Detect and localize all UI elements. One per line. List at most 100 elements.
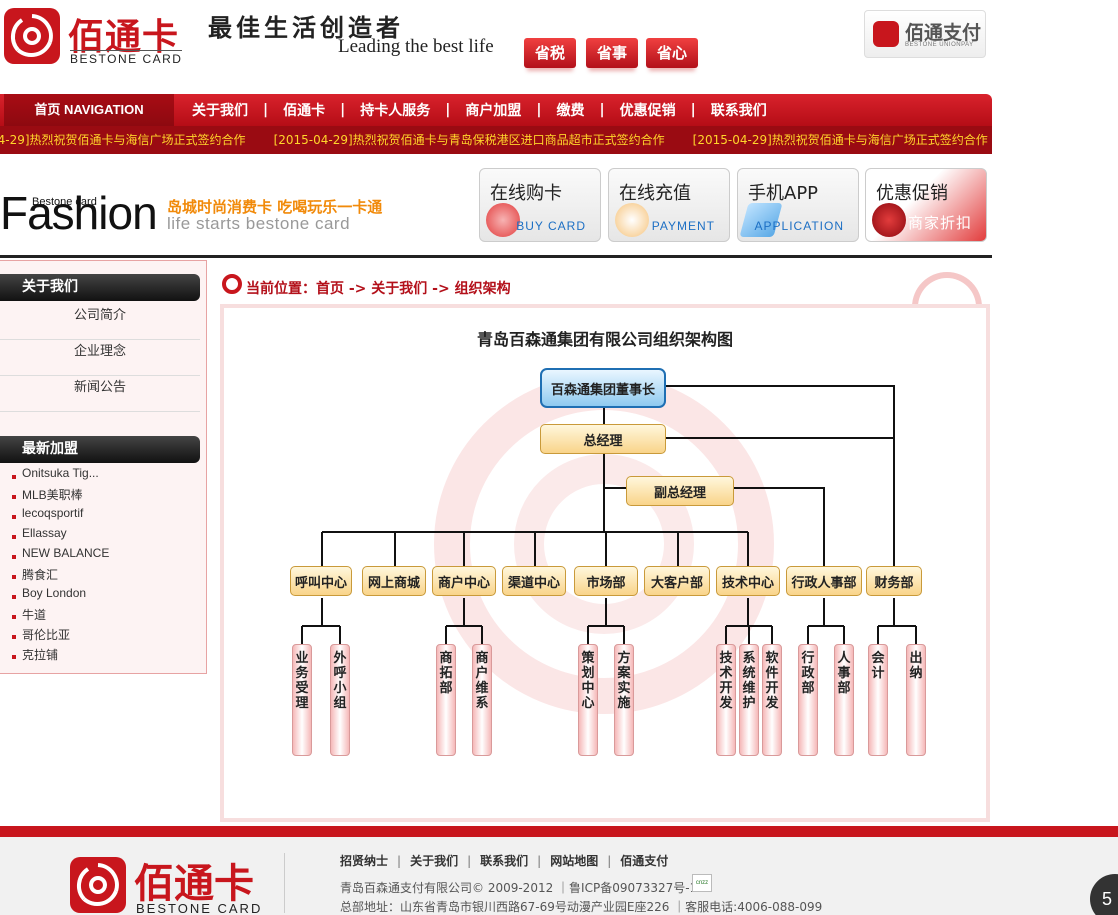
org-dept-online-mall: 网上商城 — [362, 566, 426, 596]
tulip-icon — [486, 203, 520, 237]
footer-link-careers[interactable]: 招贤纳士 — [340, 852, 388, 869]
list-item[interactable]: Boy London — [10, 586, 200, 606]
nav-home[interactable]: 首页 NAVIGATION — [4, 94, 174, 126]
ticker-news-item[interactable]: 04-29]热烈祝贺佰通卡与海信广场正式签约合作 — [0, 126, 246, 154]
promo-subtitle: PAYMENT — [651, 219, 715, 233]
org-dept-key-accounts: 大客户部 — [644, 566, 710, 596]
footer-links: 招贤纳士 | 关于我们 | 联系我们 | 网站地图 | 佰通支付 — [340, 852, 668, 869]
org-dept-merchant-center: 商户中心 — [432, 566, 496, 596]
promo-title: 在线购卡 — [490, 183, 562, 204]
org-general-manager: 总经理 — [540, 424, 666, 454]
nav-item-about[interactable]: 关于我们 — [180, 100, 260, 120]
list-item[interactable]: 牛道 — [10, 606, 200, 626]
nav-separator: | — [536, 102, 542, 118]
list-item[interactable]: 克拉铺 — [10, 646, 200, 666]
org-sub-outbound: 外呼小组 — [330, 644, 350, 756]
promo-discounts[interactable]: 优惠促销 商家折扣 — [865, 168, 987, 242]
list-item[interactable]: MLB美职棒 — [10, 486, 200, 506]
nav-separator: | — [340, 102, 346, 118]
nav-item-card[interactable]: 佰通卡 — [271, 100, 337, 120]
list-item[interactable]: 哥伦比亚 — [10, 626, 200, 646]
footer-separator: | — [537, 853, 542, 868]
promo-subtitle: 商家折扣 — [907, 215, 972, 232]
footer: 佰通卡 BESTONE CARD 招贤纳士 | 关于我们 | 联系我们 | 网站地图 |… — [0, 837, 1118, 915]
footer-divider — [0, 826, 1118, 837]
swirl-decoration-icon — [912, 272, 982, 308]
org-sub-business: 业务受理 — [292, 644, 312, 756]
nav-separator: | — [445, 102, 451, 118]
promo-online-recharge[interactable]: 在线充值 PAYMENT — [608, 168, 730, 242]
nav-item-merchant-join[interactable]: 商户加盟 — [453, 100, 533, 120]
footer-link-contact[interactable]: 联系我们 — [480, 852, 528, 869]
pay-logo-english: BESTONE UNIONPAY — [905, 42, 974, 48]
nav-separator: | — [599, 102, 605, 118]
promo-mobile-app[interactable]: 手机APP APPLICATION — [737, 168, 859, 242]
slogan-english: Leading the best life — [338, 36, 494, 57]
org-dept-marketing: 市场部 — [574, 566, 638, 596]
promo-subtitle: BUY CARD — [516, 219, 586, 233]
promo-title: 在线充值 — [619, 183, 691, 204]
org-sub-implementation: 方案实施 — [614, 644, 634, 756]
bestone-pay-logo[interactable]: 佰通支付 BESTONE UNIONPAY — [864, 10, 986, 58]
org-sub-merchant-dev: 商拓部 — [436, 644, 456, 756]
list-item[interactable]: NEW BALANCE — [10, 546, 200, 566]
footer-vertical-divider — [284, 853, 285, 913]
flower-icon — [615, 203, 649, 237]
footer-link-bestone-pay[interactable]: 佰通支付 — [620, 852, 668, 869]
org-sub-tech-dev: 技术开发 — [716, 644, 736, 756]
sidebar-item-news[interactable]: 新闻公告 — [0, 376, 200, 412]
nav-separator: | — [690, 102, 696, 118]
nav-item-contact[interactable]: 联系我们 — [699, 100, 779, 120]
nav-separator: | — [263, 102, 269, 118]
org-sub-accounting: 会计 — [868, 644, 888, 756]
tag-save-tax[interactable]: 省税 — [524, 38, 576, 68]
nav-item-cardholder-service[interactable]: 持卡人服务 — [348, 100, 442, 120]
org-dept-finance: 财务部 — [866, 566, 922, 596]
breadcrumb: 当前位置：首页 -> 关于我们 -> 组织架构 — [246, 281, 511, 297]
org-sub-cashier: 出纳 — [906, 644, 926, 756]
brand-list[interactable]: Onitsuka Tig... MLB美职棒 lecoqsportif Ella… — [10, 466, 200, 666]
sidebar-brands-title: 最新加盟 — [0, 436, 200, 463]
news-ticker: 04-29]热烈祝贺佰通卡与海信广场正式签约合作 [2015-04-29]热烈祝… — [0, 126, 992, 154]
list-item[interactable]: Ellassay — [10, 526, 200, 546]
swirl-logo-icon — [4, 8, 60, 64]
pay-logo-chinese: 佰通支付 — [905, 22, 982, 44]
tag-peace-of-mind[interactable]: 省心 — [646, 38, 698, 68]
ticker-news-item[interactable]: [2015-04-29]热烈祝贺佰通卡与海信广场正式签约合作 — [693, 126, 988, 154]
promo-title: 手机APP — [748, 183, 819, 204]
nav-item-promotions[interactable]: 优惠促销 — [608, 100, 688, 120]
main-navigation: 首页 NAVIGATION 关于我们 | 佰通卡 | 持卡人服务 | 商户加盟 | 缴费… — [0, 94, 992, 126]
banner-divider — [0, 255, 992, 258]
ticker-news-item[interactable]: [2015-04-29]热烈祝贺佰通卡与青岛保税港区进口商品超市正式签约合作 — [274, 126, 665, 154]
list-item[interactable]: lecoqsportif — [10, 506, 200, 526]
list-item[interactable]: 腾食汇 — [10, 566, 200, 586]
org-sub-hr: 人事部 — [834, 644, 854, 756]
sidebar-item-company-profile[interactable]: 公司简介 — [0, 304, 200, 340]
nav-items: 关于我们 | 佰通卡 | 持卡人服务 | 商户加盟 | 缴费 | 优惠促销 | 联系我们 — [180, 94, 779, 126]
org-sub-admin: 行政部 — [798, 644, 818, 756]
list-item[interactable]: Onitsuka Tig... — [10, 466, 200, 486]
promo-subtitle: APPLICATION — [754, 219, 844, 233]
promo-buy-card[interactable]: 在线购卡 BUY CARD — [479, 168, 601, 242]
footer-separator: | — [467, 853, 472, 868]
footer-swirl-logo-icon — [70, 857, 126, 913]
footer-separator: | — [397, 853, 402, 868]
footer-link-sitemap[interactable]: 网站地图 — [550, 852, 598, 869]
org-sub-planning: 策划中心 — [578, 644, 598, 756]
footer-address: 总部地址：山东省青岛市银川西路67-69号动漫产业园E座226 ｜客服电话:40… — [340, 900, 823, 914]
bestone-card-small: Bestone card — [32, 196, 97, 208]
gift-icon — [872, 203, 906, 237]
site-stats-icon[interactable]: cnzz — [692, 874, 712, 892]
tag-save-effort[interactable]: 省事 — [586, 38, 638, 68]
nav-item-payment[interactable]: 缴费 — [545, 100, 597, 120]
pay-swirl-icon — [873, 21, 899, 47]
banner-slogan-english: life starts bestone card — [167, 214, 351, 233]
org-dept-tech-center: 技术中心 — [716, 566, 780, 596]
footer-logo-english: BESTONE CARD — [136, 901, 263, 915]
org-sub-system-maint: 系统维护 — [739, 644, 759, 756]
site-logo[interactable]: 佰通卡 BESTONE CARD — [4, 8, 186, 66]
sidebar-about-title: 关于我们 — [0, 274, 200, 301]
footer-link-about[interactable]: 关于我们 — [410, 852, 458, 869]
sidebar-item-philosophy[interactable]: 企业理念 — [0, 340, 200, 376]
flower-bullet-icon — [222, 274, 242, 294]
